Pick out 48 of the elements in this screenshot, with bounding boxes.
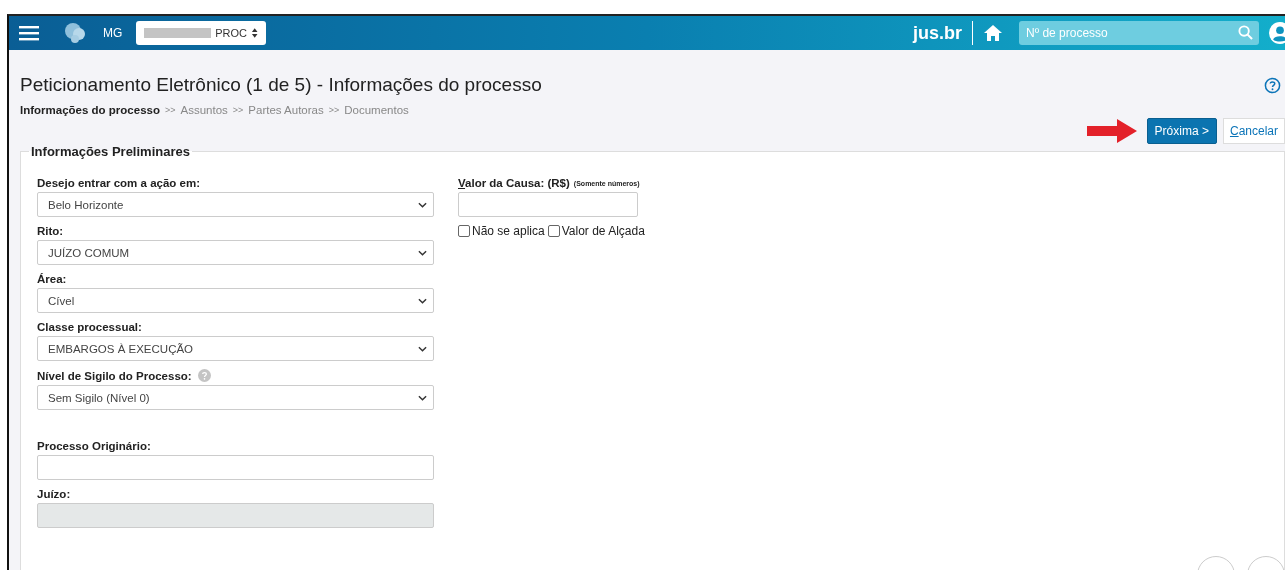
cancel-button[interactable]: Cancelar: [1222, 118, 1285, 144]
chevron-icon: [418, 345, 427, 352]
search-field[interactable]: Nº de processo: [1019, 21, 1259, 45]
section-legend: Informações Preliminares: [29, 144, 192, 159]
breadcrumb-step: Assuntos: [180, 104, 228, 116]
chevron-icon: [418, 297, 427, 304]
input-field[interactable]: [37, 455, 434, 480]
breadcrumb-step: Documentos: [344, 104, 409, 116]
user-icon[interactable]: [1269, 22, 1285, 44]
breadcrumb-separator: >>: [232, 105, 244, 115]
field-label: Juízo:: [37, 488, 72, 500]
breadcrumb-separator: >>: [164, 105, 176, 115]
field-label: Rito:: [37, 225, 64, 237]
menu-icon[interactable]: [19, 25, 39, 41]
dropdown[interactable]: Cível: [37, 288, 434, 313]
profile-select[interactable]: PROC: [136, 21, 267, 45]
field-label: Valor da Causa: (R$): [458, 177, 570, 189]
input-field[interactable]: [458, 192, 638, 217]
field-label: Área:: [37, 273, 67, 285]
checkbox-label[interactable]: Valor de Alçada: [561, 224, 645, 238]
home-icon[interactable]: [983, 24, 1003, 42]
chevron-icon: [418, 201, 427, 208]
help-icon[interactable]: [1264, 76, 1281, 94]
search-icon[interactable]: [1238, 25, 1253, 40]
field-label: Classe processual:: [37, 321, 142, 333]
dropdown[interactable]: Belo Horizonte: [37, 192, 434, 217]
next-button[interactable]: Próxima >: [1146, 118, 1217, 144]
checkbox-label[interactable]: Não se aplica: [472, 224, 545, 238]
region-label: MG: [103, 26, 123, 40]
dropdown[interactable]: EMBARGOS À EXECUÇÃO: [37, 336, 434, 361]
field-label: Nível de Sigilo do Processo:: [37, 369, 192, 382]
dropdown[interactable]: JUÍZO COMUM: [37, 240, 434, 265]
bubble-logo-icon: [63, 22, 87, 44]
breadcrumb-step: Partes Autoras: [248, 104, 324, 116]
checkbox[interactable]: [458, 225, 470, 237]
field-label: Desejo entrar com a ação em:: [37, 177, 200, 189]
updown-icon: [250, 27, 259, 39]
chevron-icon: [418, 249, 427, 256]
redacted-block: [144, 28, 212, 38]
breadcrumb-separator: >>: [328, 105, 340, 115]
page-title: Peticionamento Eletrônico (1 de 5) - Informações do processo: [20, 74, 542, 96]
site-logo[interactable]: jus.br: [913, 22, 962, 44]
dropdown[interactable]: Sem Sigilo (Nível 0): [37, 385, 434, 410]
breadcrumb-step: Informações do processo: [20, 104, 160, 116]
field-label: Processo Originário:: [37, 440, 152, 452]
checkbox[interactable]: [547, 225, 560, 237]
chevron-icon: [418, 394, 427, 401]
arrow-icon: [1086, 118, 1137, 144]
